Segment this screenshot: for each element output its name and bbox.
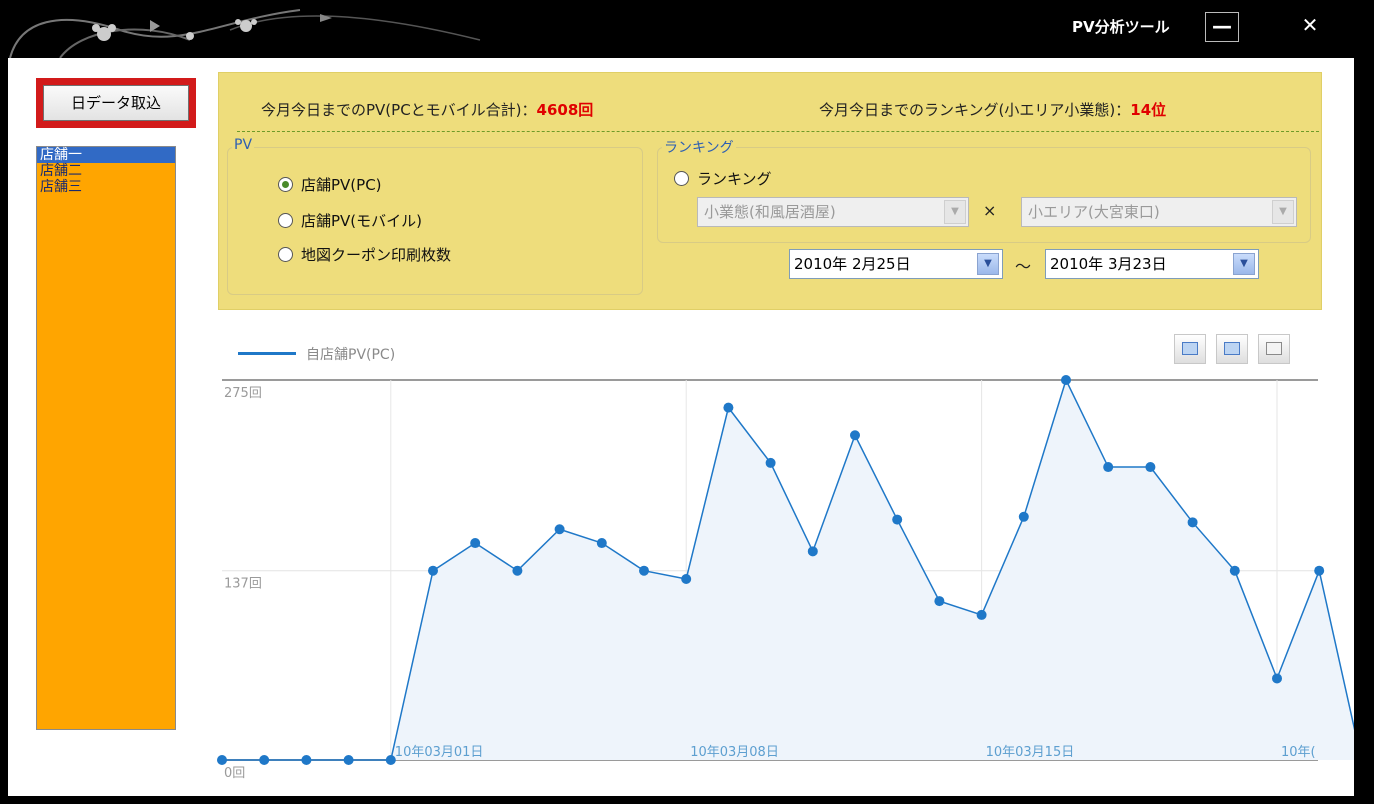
y-tick-label: 0回	[224, 766, 245, 781]
floral-decoration-icon	[9, 9, 481, 58]
x-tick-label: 10年03月01日	[395, 745, 484, 760]
data-point	[554, 524, 565, 535]
data-point	[892, 514, 903, 525]
minimize-button[interactable]: —	[1205, 12, 1239, 42]
data-point	[1272, 673, 1282, 684]
y-tick-label: 137回	[224, 577, 262, 592]
y-tick-label: 275回	[224, 386, 262, 401]
data-point	[681, 573, 692, 584]
data-point	[723, 402, 734, 413]
data-point	[596, 538, 607, 549]
data-point	[807, 546, 818, 557]
data-point	[850, 430, 860, 441]
data-point	[217, 755, 227, 765]
data-point	[934, 596, 945, 607]
data-point	[1145, 462, 1156, 473]
data-point	[765, 457, 776, 468]
data-point	[1103, 462, 1114, 473]
data-point	[470, 538, 481, 549]
x-tick-label: 10年(	[1281, 745, 1316, 760]
series-area-fill	[222, 380, 1354, 760]
data-point	[512, 565, 523, 576]
data-point	[428, 565, 438, 576]
data-point	[1061, 375, 1071, 385]
window-title: PV分析ツール	[1072, 18, 1170, 36]
x-tick-label: 10年03月08日	[690, 745, 779, 760]
close-button[interactable]: ✕	[1284, 12, 1336, 42]
data-point	[1229, 565, 1240, 576]
data-point	[259, 755, 270, 765]
data-point	[343, 755, 354, 765]
data-point	[1187, 517, 1198, 528]
data-point	[976, 609, 987, 620]
client-area: 日データ取込 店舗一 店舗二 店舗三 今月今日までのPV(PCとモバイル合計)：…	[8, 58, 1354, 796]
pv-line-chart: 275回 137回 0回 10年03月01日 10年03月08日 10年03月15日 10年…	[217, 375, 1354, 781]
data-point	[301, 755, 312, 765]
data-point	[1018, 511, 1029, 522]
title-bar: PV分析ツール — ✕	[0, 0, 1374, 58]
data-point	[1314, 565, 1325, 576]
x-tick-label: 10年03月15日	[986, 745, 1075, 760]
data-point	[639, 565, 649, 576]
